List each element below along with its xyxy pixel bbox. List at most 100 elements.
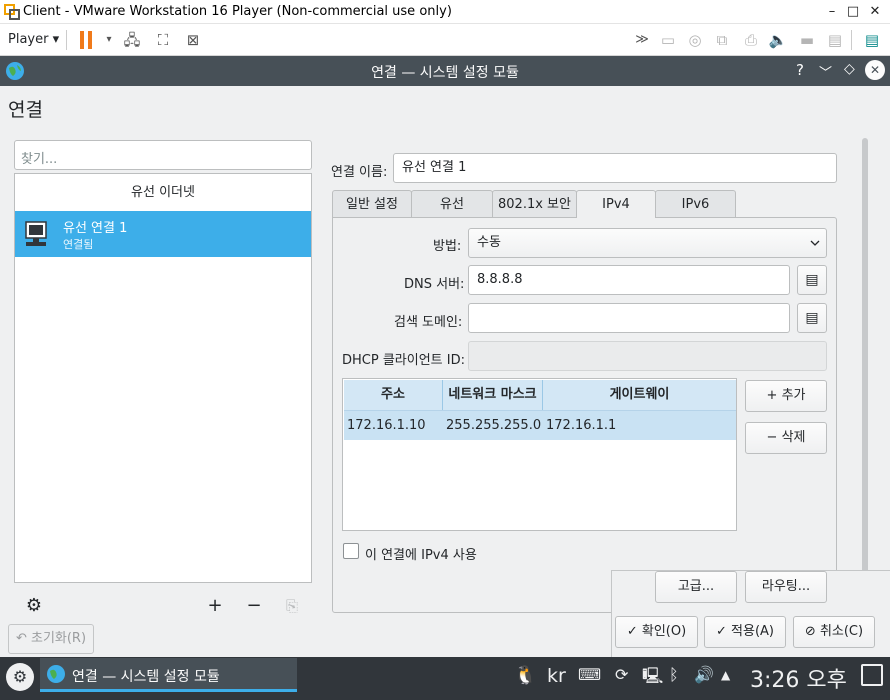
routing-button[interactable]: 라우팅... <box>745 571 827 603</box>
show-desktop-icon[interactable] <box>861 664 883 686</box>
vmware-title-bar: Client - VMware Workstation 16 Player (N… <box>0 0 890 24</box>
tab-8021x-security[interactable]: 802.1x 보안 <box>492 190 577 218</box>
add-address-button[interactable]: + 추가 <box>745 380 827 412</box>
cancel-icon: ⊘ <box>804 624 816 639</box>
sound-icon[interactable]: 🔈 <box>768 30 788 50</box>
toolbar-divider <box>66 30 67 50</box>
wired-network-icon <box>25 221 47 246</box>
network-icon[interactable]: ⧉ <box>712 30 732 50</box>
connection-name-field[interactable]: 유선 연결 1 <box>393 153 837 183</box>
method-label: 방법: <box>433 239 462 254</box>
sliders-icon[interactable]: ⚙ <box>23 595 45 617</box>
fullscreen-icon[interactable]: ⛶ <box>153 30 173 50</box>
list-edit-icon: ▤ <box>805 272 819 288</box>
globe-icon <box>47 665 65 683</box>
help-icon[interactable]: ? <box>796 61 804 79</box>
keyboard-icon[interactable]: ⌨ <box>578 665 601 684</box>
tab-ipv6[interactable]: IPv6 <box>655 190 736 218</box>
taskbar-task-title: 연결 — 시스템 설정 모듈 <box>72 669 220 685</box>
chevron-down-icon <box>810 240 820 246</box>
column-header-address[interactable]: 주소 <box>344 380 443 410</box>
tab-general[interactable]: 일반 설정 <box>332 190 412 218</box>
network-icon[interactable]: 🖳 <box>642 665 663 692</box>
section-header: 유선 이더넷 <box>131 185 195 200</box>
add-icon[interactable]: + <box>204 595 226 617</box>
maximize-icon[interactable]: □ <box>843 2 863 22</box>
method-value: 수동 <box>477 235 501 250</box>
undo-icon: ↶ <box>15 631 27 646</box>
check-icon: ✓ <box>626 624 638 639</box>
cd-icon[interactable]: ◎ <box>685 30 705 50</box>
taskbar: ⚙ 연결 — 시스템 설정 모듈 🐧 kr ⌨ ⟳ 🖳 ᛒ 🔊 ▲ 3:26 오… <box>0 657 890 700</box>
export-icon[interactable]: ⎘ <box>281 595 303 617</box>
bluetooth-icon[interactable]: ᛒ <box>669 665 679 684</box>
delete-address-button[interactable]: − 삭제 <box>745 422 827 454</box>
dns-label: DNS 서버: <box>404 277 465 292</box>
connection-name-label: 연결 이름: <box>331 165 388 180</box>
remove-icon[interactable]: − <box>243 595 265 617</box>
table-cell-netmask[interactable]: 255.255.255.0 <box>443 411 543 440</box>
hdd-icon[interactable]: ▭ <box>658 30 678 50</box>
column-header-netmask[interactable]: 네트워크 마스크 <box>443 380 543 410</box>
list-item[interactable]: 유선 연결 1 연결됨 <box>15 211 311 257</box>
method-select[interactable]: 수동 <box>468 228 827 258</box>
taskbar-task[interactable]: 연결 — 시스템 설정 모듈 <box>40 658 297 692</box>
search-domain-label: 검색 도메인: <box>394 315 463 330</box>
minimize-icon[interactable]: – <box>822 2 842 22</box>
advanced-button[interactable]: 고급... <box>655 571 737 603</box>
minus-icon: − <box>766 430 778 445</box>
connection-status: 연결됨 <box>63 238 94 251</box>
floppy-icon[interactable]: ▤ <box>825 30 845 50</box>
tab-ipv4[interactable]: IPv4 <box>576 190 656 219</box>
clock[interactable]: 3:26 오후 <box>750 662 847 694</box>
usb-icon[interactable]: ▬ <box>797 30 817 50</box>
list-edit-icon: ▤ <box>805 310 819 326</box>
dhcp-client-id-label: DHCP 클라이언트 ID: <box>342 353 465 368</box>
unity-icon[interactable]: ⊠ <box>183 30 203 50</box>
vmware-window-title: Client - VMware Workstation 16 Player (N… <box>23 4 452 19</box>
input-method-icon[interactable]: 🐧 <box>514 665 536 686</box>
volume-icon[interactable]: 🔊 <box>694 665 714 684</box>
reset-button[interactable]: ↶ 초기화(R) <box>8 624 94 654</box>
close-icon[interactable]: ✕ <box>865 2 885 22</box>
require-ipv4-checkbox[interactable] <box>343 543 359 559</box>
keyboard-layout[interactable]: kr <box>547 665 566 687</box>
table-cell-address[interactable]: 172.16.1.10 <box>344 411 443 440</box>
connection-name: 유선 연결 1 <box>63 221 128 236</box>
notes-icon[interactable]: ▤ <box>862 30 882 50</box>
table-cell-gateway[interactable]: 172.16.1.1 <box>543 411 736 440</box>
active-tab-joiner <box>577 216 655 218</box>
forward-icon[interactable]: ≫ <box>632 30 652 50</box>
scrollbar[interactable] <box>862 138 868 588</box>
send-ctrl-alt-del-icon[interactable]: 🖧 <box>122 30 142 50</box>
minimize-icon[interactable]: ﹀ <box>819 62 832 81</box>
toolbar-divider <box>851 30 852 50</box>
vmware-logo-icon <box>4 4 20 20</box>
update-icon[interactable]: ⟳ <box>615 665 628 684</box>
close-icon[interactable]: ✕ <box>865 60 885 80</box>
player-menu[interactable]: Player ▾ <box>8 32 59 47</box>
apply-button[interactable]: ✓ 적용(A) <box>704 616 786 648</box>
search-domain-field[interactable] <box>468 303 790 333</box>
maximize-icon[interactable]: ◇ <box>844 61 855 77</box>
check-icon: ✓ <box>715 624 727 639</box>
dns-edit-button[interactable]: ▤ <box>797 265 827 295</box>
dhcp-client-id-field[interactable] <box>468 341 827 371</box>
cancel-button[interactable]: ⊘ 취소(C) <box>793 616 875 648</box>
search-domain-edit-button[interactable]: ▤ <box>797 303 827 333</box>
dns-field[interactable]: 8.8.8.8 <box>468 265 790 295</box>
search-input[interactable]: 찾기... <box>14 140 312 170</box>
pause-icon[interactable] <box>80 31 94 49</box>
expand-tray-icon[interactable]: ▲ <box>721 668 730 682</box>
pause-dropdown-icon[interactable]: ▾ <box>99 30 119 50</box>
address-table: 주소 네트워크 마스크 게이트웨이 172.16.1.10 255.255.25… <box>342 378 737 531</box>
require-ipv4-label: 이 연결에 IPv4 사용 <box>365 548 477 563</box>
kde-title-bar: 연결 — 시스템 설정 모듈 ? ﹀ ◇ ✕ <box>0 56 890 86</box>
column-header-gateway[interactable]: 게이트웨이 <box>543 380 736 410</box>
app-launcher-icon[interactable]: ⚙ <box>6 663 34 691</box>
tab-wired[interactable]: 유선 <box>411 190 493 218</box>
printer-icon[interactable]: ⎙ <box>741 30 761 50</box>
page-title: 연결 <box>8 99 43 121</box>
ok-button[interactable]: ✓ 확인(O) <box>615 616 698 648</box>
vmware-toolbar: Player ▾ ▾ 🖧 ⛶ ⊠ ≫ ▭ ◎ ⧉ ⎙ 🔈 ▬ ▤ ▤ <box>0 24 890 56</box>
